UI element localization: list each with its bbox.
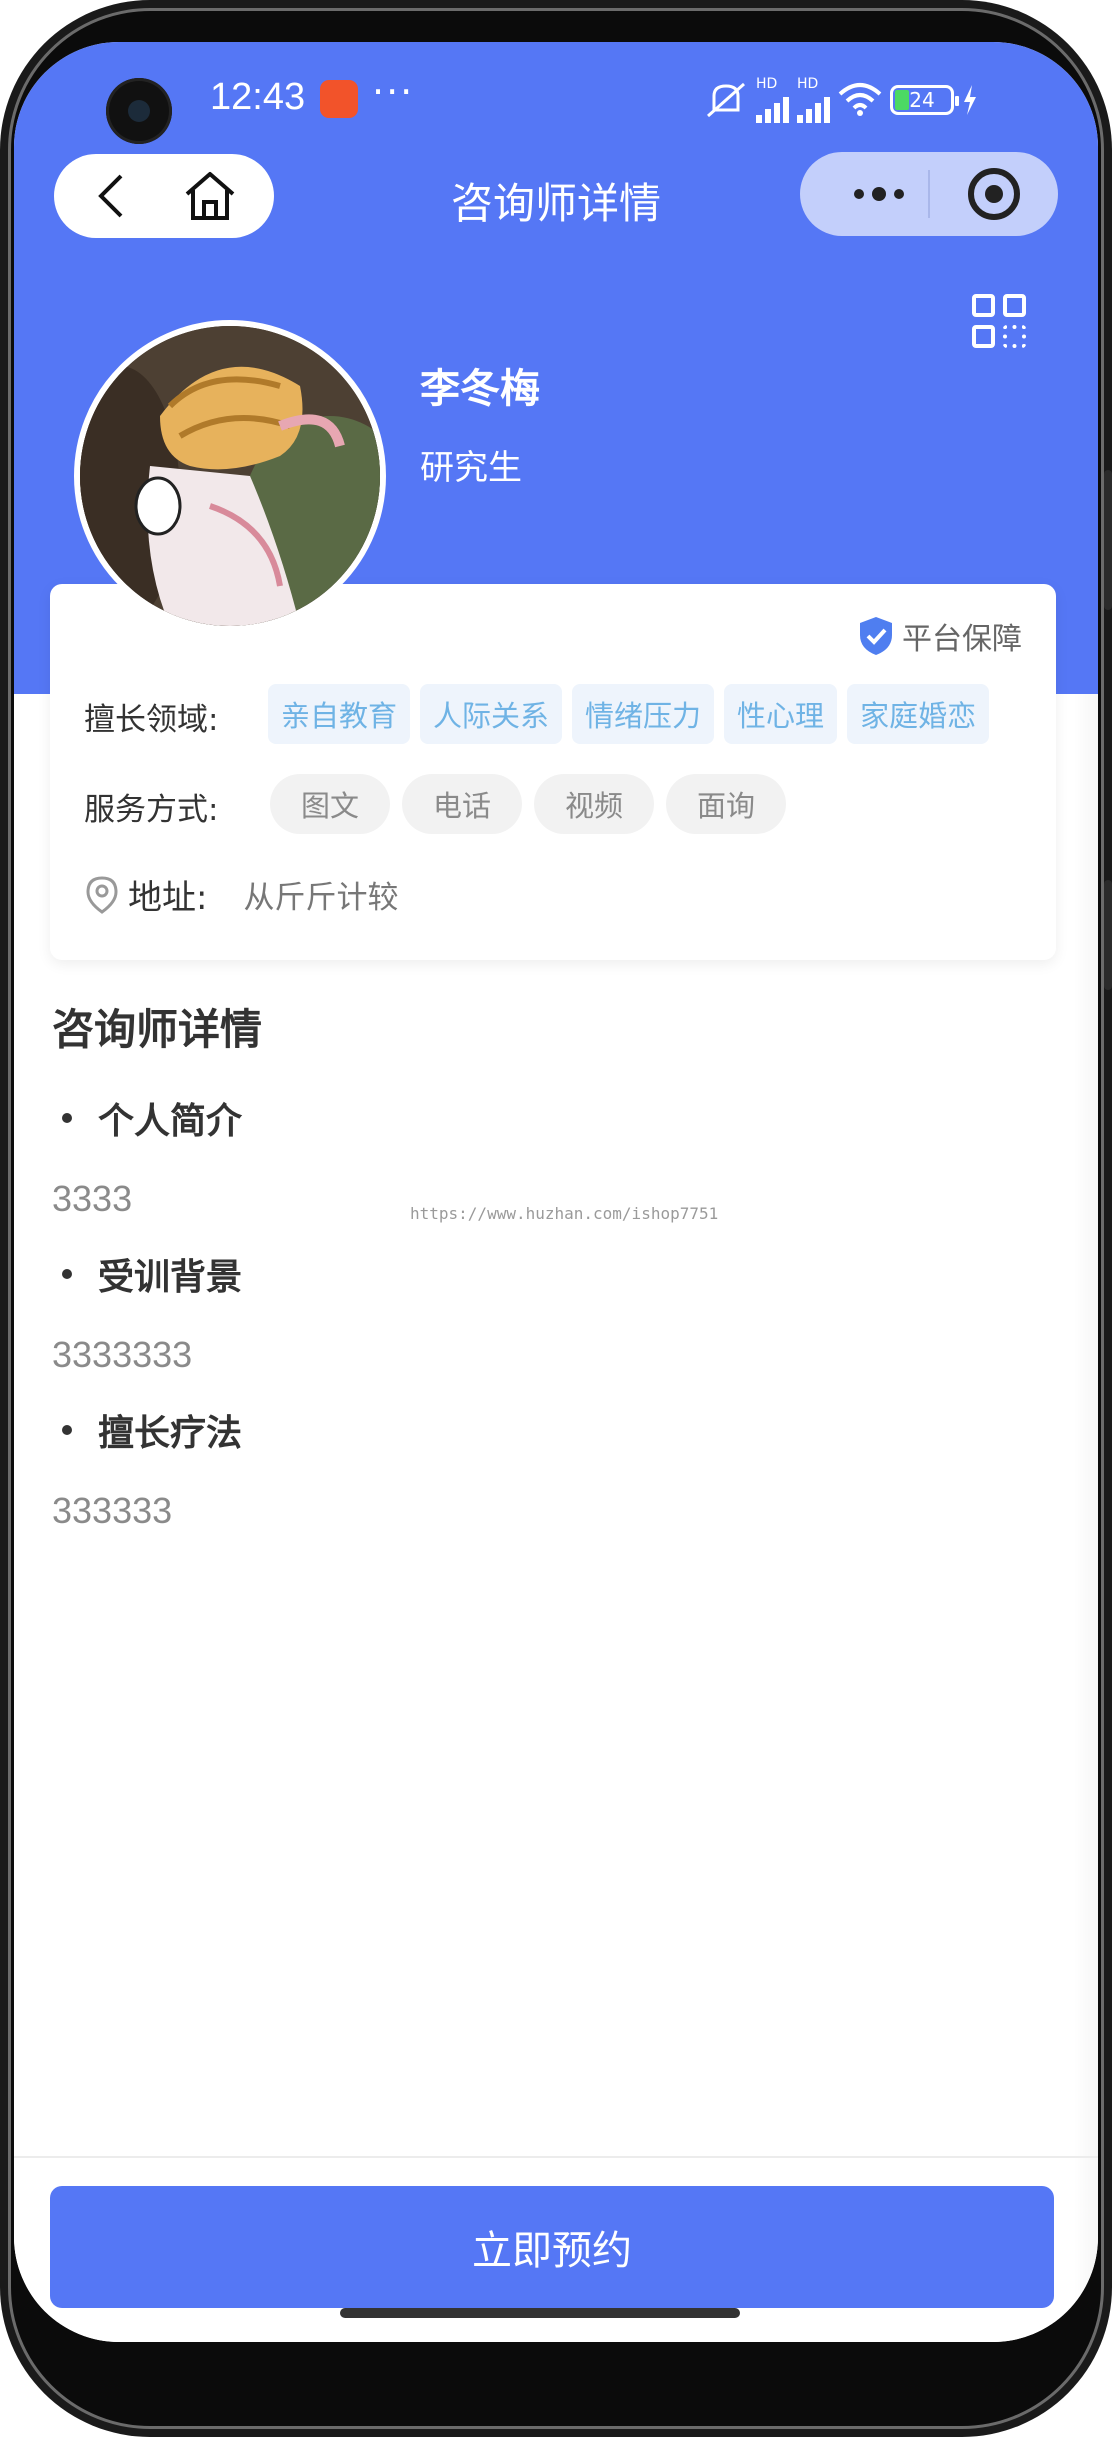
detail-heading: 受训背景 <box>62 1248 242 1300</box>
detail-text: 3333 <box>52 1178 133 1219</box>
detail-text: 3333333 <box>52 1334 193 1375</box>
app-notification-icon <box>320 80 358 118</box>
address-value: 从斤斤计较 <box>243 880 399 916</box>
hd-label-2: HD <box>797 76 819 92</box>
specialty-tags: 亲自教育 人际关系 情绪压力 性心理 家庭婚恋 <box>268 684 990 744</box>
power-button <box>1104 880 1112 990</box>
address-label: 地址: <box>128 878 208 918</box>
specialty-tag: 亲自教育 <box>268 684 411 744</box>
watermark-text: https://www.huzhan.com/ishop7751 <box>410 1204 719 1223</box>
mute-vibrate-icon <box>707 82 745 118</box>
specialty-tag: 性心理 <box>724 684 838 744</box>
info-card: 平台保障 擅长领域: 亲自教育 人际关系 情绪压力 性心理 家庭婚恋 服务方式:… <box>50 584 1056 960</box>
hd-label-1: HD <box>756 76 778 92</box>
service-tag[interactable]: 视频 <box>534 774 654 834</box>
status-time: 12:43 <box>210 76 306 118</box>
service-label: 服务方式: <box>84 792 219 828</box>
detail-heading: 擅长疗法 <box>62 1404 242 1456</box>
specialty-tag: 家庭婚恋 <box>847 684 990 744</box>
shield-check-icon <box>860 617 892 655</box>
service-tags: 图文 电话 视频 面询 <box>270 774 786 834</box>
service-tag[interactable]: 电话 <box>402 774 522 834</box>
volume-button <box>1104 470 1112 610</box>
avatar-illustration <box>80 326 380 626</box>
specialty-label: 擅长领域: <box>84 702 219 738</box>
more-dot-icon <box>894 189 904 199</box>
wifi-icon <box>838 83 882 116</box>
qr-code-icon[interactable] <box>972 294 1026 348</box>
platform-guarantee: 平台保障 <box>858 614 1022 658</box>
signal-icon-2 <box>797 91 830 123</box>
more-dot-icon <box>854 189 864 199</box>
home-indicator[interactable] <box>340 2308 740 2318</box>
detail-heading-text: 擅长疗法 <box>98 1413 243 1454</box>
detail-heading-text: 个人简介 <box>98 1101 243 1142</box>
battery-level: 24 <box>909 88 935 112</box>
guarantee-label: 平台保障 <box>902 622 1022 657</box>
charging-icon <box>964 85 976 115</box>
status-more-dots: ··· <box>372 70 415 114</box>
detail-text: 333333 <box>52 1490 173 1531</box>
specialty-tag: 人际关系 <box>420 684 563 744</box>
service-tag[interactable]: 图文 <box>270 774 390 834</box>
location-pin-icon <box>86 875 118 914</box>
address-row: 地址: 从斤斤计较 <box>86 870 398 919</box>
counselor-degree: 研究生 <box>420 448 522 488</box>
counselor-name: 李冬梅 <box>420 366 540 412</box>
status-indicators: HD HD 24 <box>704 76 978 123</box>
capsule-divider <box>928 170 930 218</box>
bullet-icon <box>62 1269 72 1279</box>
bullet-icon <box>62 1113 72 1123</box>
detail-heading-text: 受训背景 <box>98 1257 243 1298</box>
nav-capsule-right <box>800 152 1058 236</box>
detail-section-title: 咨询师详情 <box>52 1005 263 1054</box>
bullet-icon <box>62 1425 72 1435</box>
signal-icon-1 <box>756 91 789 123</box>
book-now-button[interactable]: 立即预约 <box>50 2186 1054 2308</box>
more-dot-icon <box>872 187 886 201</box>
bottom-divider <box>14 2156 1098 2158</box>
avatar <box>74 320 386 632</box>
battery-icon: 24 <box>890 85 959 115</box>
specialty-tag: 情绪压力 <box>572 684 715 744</box>
close-miniprogram-button[interactable] <box>968 168 1020 220</box>
detail-heading: 个人简介 <box>62 1092 242 1144</box>
screen: 12:43 ··· HD HD 24 咨询师详情 李冬梅 研究生 平台保障 擅长… <box>14 42 1098 2342</box>
more-menu-button[interactable] <box>834 172 924 216</box>
front-camera <box>106 78 172 144</box>
service-tag[interactable]: 面询 <box>666 774 786 834</box>
